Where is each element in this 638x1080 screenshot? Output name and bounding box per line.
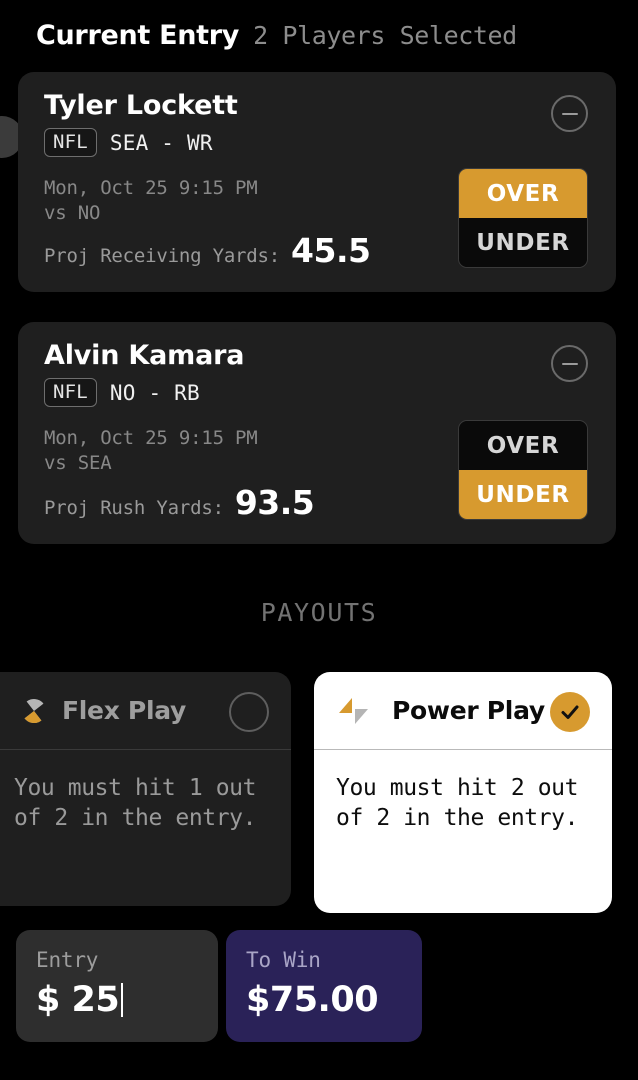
players-selected-count: 2 Players Selected [253, 21, 517, 50]
game-info: Mon, Oct 25 9:15 PM vs NO [44, 176, 258, 226]
remove-player-button[interactable] [551, 345, 588, 382]
over-button[interactable]: OVER [459, 421, 587, 470]
game-opponent: vs NO [44, 202, 101, 225]
projection-value: 93.5 [234, 483, 315, 522]
payout-option-label: Flex Play [62, 696, 187, 725]
game-opponent: vs SEA [44, 452, 112, 475]
entry-amount-text: $ 25 [36, 980, 120, 1020]
header: Current Entry 2 Players Selected [36, 20, 517, 51]
payout-body: You must hit 2 out of 2 in the entry. 2 … [314, 750, 612, 834]
player-card: Tyler Lockett NFL SEA - WR Mon, Oct 25 9… [18, 72, 616, 292]
payout-radio-unselected[interactable] [229, 692, 269, 732]
payout-rule: You must hit 2 out of 2 in the entry. [336, 775, 579, 831]
projection-label: Proj Rush Yards: [44, 497, 224, 519]
game-time: Mon, Oct 25 9:15 PM [44, 427, 258, 449]
to-win-label: To Win [246, 948, 321, 972]
player-meta: NFL SEA - WR [44, 128, 213, 157]
power-play-icon [336, 695, 376, 727]
over-button[interactable]: OVER [459, 169, 587, 218]
minus-icon [561, 362, 578, 365]
game-time: Mon, Oct 25 9:15 PM [44, 177, 258, 199]
to-win-display: To Win $75.00 [226, 930, 422, 1042]
entry-label: Entry [36, 948, 99, 972]
player-team-position: NO - RB [109, 380, 200, 405]
payouts-heading: PAYOUTS [260, 598, 378, 627]
payout-option-power-play[interactable]: Power Play You must hit 2 out of 2 in th… [314, 672, 612, 913]
under-button[interactable]: UNDER [459, 470, 587, 519]
flex-play-icon [14, 695, 54, 727]
payout-radio-selected[interactable] [550, 692, 590, 732]
payout-option-label: Power Play [392, 696, 545, 725]
minus-icon [561, 112, 578, 115]
check-icon [561, 705, 579, 719]
payout-body: You must hit 1 out of 2 in the entry. 2 … [0, 750, 291, 834]
projection-label: Proj Receiving Yards: [44, 245, 281, 267]
over-under-group: OVER UNDER [458, 420, 588, 520]
over-under-group: OVER UNDER [458, 168, 588, 268]
player-team-position: SEA - WR [109, 130, 213, 155]
projection-value: 45.5 [291, 231, 371, 270]
payout-option-flex-play[interactable]: Flex Play You must hit 1 out of 2 in the… [0, 672, 291, 906]
projection: Proj Rush Yards: 93.5 [44, 483, 315, 522]
player-card: Alvin Kamara NFL NO - RB Mon, Oct 25 9:1… [18, 322, 616, 544]
entry-screen: Current Entry 2 Players Selected Tyler L… [0, 0, 638, 1080]
player-name: Alvin Kamara [44, 340, 245, 371]
league-badge: NFL [44, 128, 97, 157]
payout-header: Flex Play [0, 672, 291, 749]
payout-rule: You must hit 1 out of 2 in the entry. [14, 775, 257, 831]
player-meta: NFL NO - RB [44, 378, 200, 407]
entry-amount-input[interactable]: Entry $ 25 [16, 930, 218, 1042]
remove-player-button[interactable] [551, 95, 588, 132]
under-button[interactable]: UNDER [459, 218, 587, 267]
text-cursor [121, 983, 124, 1017]
entry-value: $ 25 [36, 980, 124, 1020]
page-title: Current Entry [36, 20, 240, 51]
player-name: Tyler Lockett [44, 90, 238, 121]
game-info: Mon, Oct 25 9:15 PM vs SEA [44, 426, 258, 476]
to-win-value: $75.00 [246, 980, 379, 1020]
projection: Proj Receiving Yards: 45.5 [44, 231, 371, 270]
league-badge: NFL [44, 378, 97, 407]
payout-header: Power Play [314, 672, 612, 749]
